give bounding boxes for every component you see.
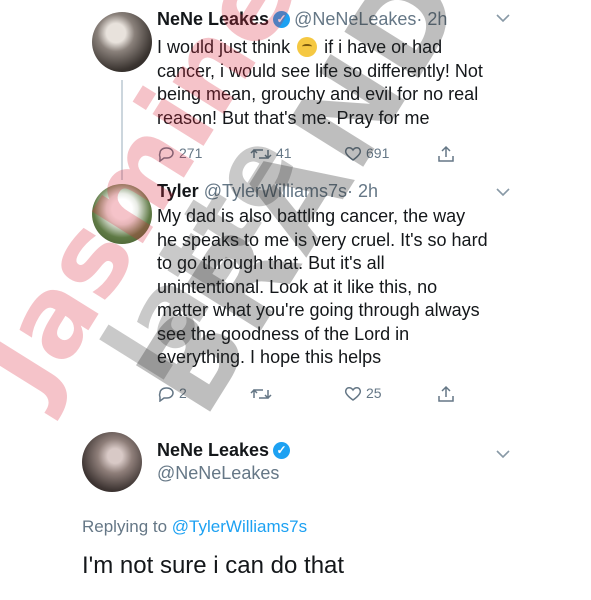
tweet-text-line: I would just think	[157, 37, 291, 57]
display-name[interactable]: Tyler	[157, 181, 199, 201]
tweet-text-line: cancer, i would see life so differently!…	[157, 60, 483, 81]
verified-badge-icon: ✓	[273, 441, 291, 459]
reply-icon	[158, 147, 174, 163]
verified-badge-icon: ✓	[273, 10, 291, 28]
retweet-button[interactable]: 41	[250, 145, 292, 162]
chevron-down-icon[interactable]	[496, 184, 510, 200]
avatar[interactable]	[92, 184, 152, 244]
avatar[interactable]	[82, 432, 142, 492]
thinking-face-emoji	[297, 36, 318, 57]
reply-button[interactable]: 2	[157, 385, 187, 403]
like-icon	[344, 147, 362, 162]
retweet-button[interactable]	[250, 385, 276, 402]
display-name[interactable]: NeNe Leakes	[157, 440, 269, 460]
like-button[interactable]: 691	[344, 145, 389, 162]
tweet-text-line: see the goodness of the Lord in	[157, 323, 410, 344]
timestamp[interactable]: · 2h	[347, 181, 378, 201]
user-handle[interactable]: @NeNeLeakes	[294, 9, 416, 29]
like-button[interactable]: 25	[344, 385, 382, 402]
tweet-header: Tyler @TylerWilliams7s· 2h	[157, 181, 378, 202]
chevron-down-icon[interactable]	[496, 446, 510, 462]
user-handle[interactable]: @TylerWilliams7s	[204, 181, 347, 201]
share-button[interactable]	[437, 385, 459, 403]
tweet-header: NeNe Leakes ✓ @NeNeLeakes· 2h	[157, 9, 447, 30]
retweet-count: 41	[276, 145, 292, 161]
share-button[interactable]	[437, 145, 459, 163]
replying-to-label: Replying to	[82, 517, 168, 536]
tweet-text-line: being mean, grouchy and evil for no real	[157, 84, 479, 105]
timestamp[interactable]: · 2h	[416, 9, 447, 29]
share-icon	[438, 146, 454, 163]
user-handle[interactable]: @NeNeLeakes	[157, 463, 279, 484]
like-icon	[344, 387, 362, 402]
like-count: 691	[366, 145, 390, 161]
tweet-text: My dad is also battling cancer, the way …	[157, 205, 488, 370]
tweet-text-line: My dad is also battling cancer, the way	[157, 206, 466, 226]
reply-display-name-row: NeNe Leakes ✓	[157, 440, 294, 461]
tweet-text-line: if i have or had	[324, 37, 443, 57]
reply-count: 271	[179, 145, 203, 161]
tweet-text-line: he speaks to me is very cruel. It's so h…	[157, 229, 488, 250]
chevron-down-icon[interactable]	[496, 10, 510, 26]
thread-connector	[121, 80, 123, 180]
tweet-text-line: unintentional. Look at it like this, no	[157, 276, 438, 297]
display-name[interactable]: NeNe Leakes	[157, 9, 269, 29]
like-count: 25	[366, 385, 382, 401]
share-icon	[438, 386, 454, 403]
retweet-icon	[250, 149, 272, 160]
replying-to: Replying to @TylerWilliams7s	[82, 517, 307, 537]
tweet-text-line: reason! But that's me. Pray for me	[157, 107, 430, 128]
tweet-text: I would just think if i have or had canc…	[157, 36, 483, 130]
tweet-text-line: matter what you're going through always	[157, 300, 480, 320]
reply-icon	[158, 387, 174, 403]
avatar[interactable]	[92, 12, 152, 72]
retweet-icon	[250, 389, 272, 400]
reply-count: 2	[179, 385, 187, 401]
reply-button[interactable]: 271	[157, 145, 203, 163]
replying-to-link[interactable]: @TylerWilliams7s	[172, 517, 307, 536]
tweet-text-line: everything. I hope this helps	[157, 347, 382, 367]
tweet-text-line: to go through that. But it's all	[157, 253, 385, 273]
reply-text: I'm not sure i can do that	[82, 552, 345, 579]
